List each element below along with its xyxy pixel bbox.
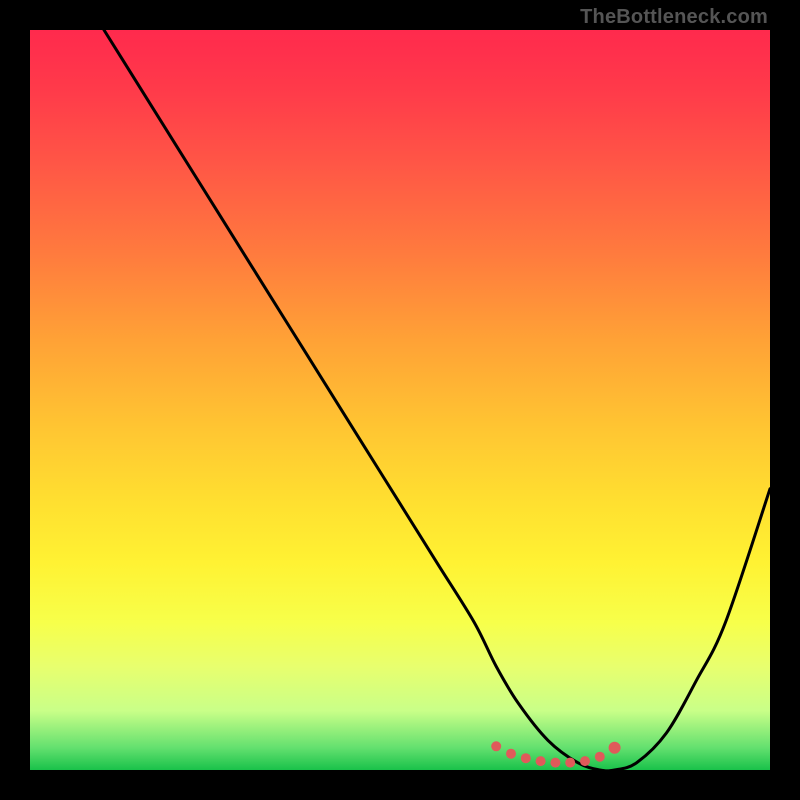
curve-marker <box>565 758 575 768</box>
curve-marker <box>609 742 621 754</box>
curve-marker <box>491 741 501 751</box>
curve-marker <box>536 756 546 766</box>
attribution-text: TheBottleneck.com <box>580 6 768 29</box>
bottleneck-curve <box>104 30 770 770</box>
plot-area <box>30 30 770 770</box>
curve-layer <box>30 30 770 770</box>
curve-marker <box>506 749 516 759</box>
curve-marker <box>521 753 531 763</box>
marker-layer <box>491 741 620 767</box>
curve-marker <box>550 758 560 768</box>
curve-marker <box>580 756 590 766</box>
curve-marker <box>595 752 605 762</box>
chart-frame: TheBottleneck.com <box>0 0 800 800</box>
